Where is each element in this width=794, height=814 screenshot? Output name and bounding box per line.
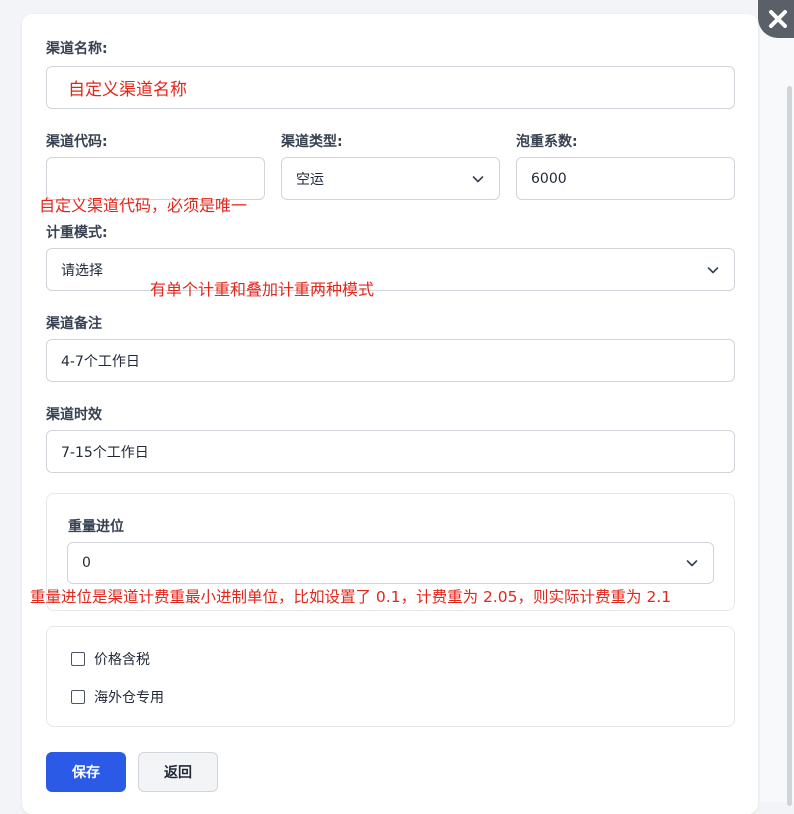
tax-included-checkbox[interactable] [71, 652, 85, 666]
channel-name-label: 渠道名称: [46, 41, 108, 57]
channel-remark-value: 4-7个工作日 [61, 353, 140, 370]
channel-type-label: 渠道类型: [281, 134, 343, 150]
close-button[interactable] [758, 0, 794, 38]
channel-type-value: 空运 [296, 171, 324, 188]
channel-code-annotation: 自定义渠道代码，必须是唯一 [39, 196, 248, 215]
weight-rounding-value: 0 [82, 555, 91, 571]
weight-mode-label: 计重模式: [46, 225, 108, 241]
channel-type-select[interactable]: 空运 [281, 157, 500, 200]
weight-rounding-annotation: 重量进位是渠道计费重最小进制单位，比如设置了 0.1，计费重为 2.05，则实际… [30, 588, 672, 606]
overseas-warehouse-checkbox[interactable] [71, 690, 85, 704]
channel-timeliness-input[interactable]: 7-15个工作日 [46, 430, 735, 473]
back-button[interactable]: 返回 [138, 752, 218, 792]
overseas-warehouse-option[interactable]: 海外仓专用 [71, 687, 164, 707]
channel-code-label: 渠道代码: [46, 134, 108, 150]
close-icon [769, 10, 787, 28]
chevron-down-icon [472, 175, 484, 182]
options-group [46, 626, 735, 727]
tax-included-option[interactable]: 价格含税 [71, 649, 150, 669]
channel-timeliness-label: 渠道时效 [46, 407, 102, 423]
volume-factor-label: 泡重系数: [516, 134, 578, 150]
scrollbar-thumb[interactable] [787, 86, 792, 806]
overseas-warehouse-label: 海外仓专用 [94, 690, 164, 706]
channel-remark-input[interactable]: 4-7个工作日 [46, 339, 735, 382]
volume-factor-value: 6000 [531, 170, 567, 187]
save-button[interactable]: 保存 [46, 752, 126, 792]
chevron-down-icon [686, 560, 698, 567]
chevron-down-icon [707, 266, 719, 273]
channel-timeliness-value: 7-15个工作日 [61, 444, 149, 461]
channel-name-annotation: 自定义渠道名称 [68, 80, 187, 100]
weight-rounding-select[interactable]: 0 [67, 542, 714, 584]
weight-rounding-label: 重量进位 [68, 519, 124, 535]
volume-factor-input[interactable]: 6000 [516, 157, 735, 200]
tax-included-label: 价格含税 [94, 652, 150, 668]
channel-remark-label: 渠道备注 [46, 316, 102, 332]
weight-mode-annotation: 有单个计重和叠加计重两种模式 [150, 280, 375, 299]
